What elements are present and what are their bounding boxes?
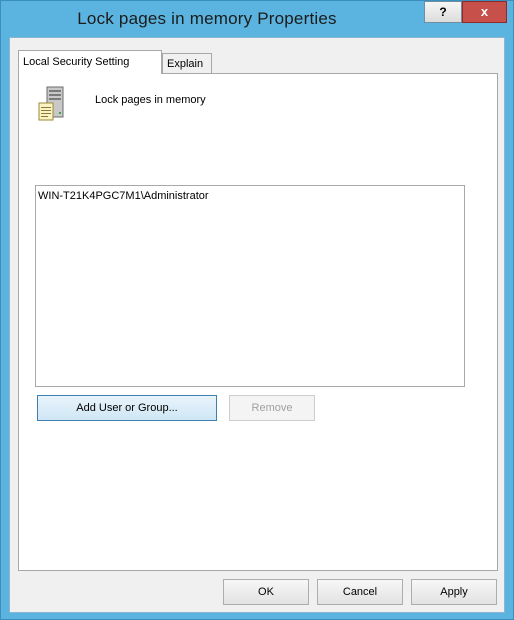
tab-local-security-setting[interactable]: Local Security Setting (18, 50, 162, 74)
close-button[interactable]: x (462, 1, 507, 23)
dialog-client-area: Local Security Setting Explain Lock page… (9, 37, 505, 613)
policy-name: Lock pages in memory (95, 94, 206, 106)
members-listbox[interactable]: WIN-T21K4PGC7M1\Administrator (35, 185, 465, 387)
cancel-button[interactable]: Cancel (317, 579, 403, 605)
ok-button[interactable]: OK (223, 579, 309, 605)
tab-panel: Lock pages in memory WIN-T21K4PGC7M1\Adm… (18, 73, 498, 571)
window-title: Lock pages in memory Properties (77, 9, 337, 28)
add-user-or-group-button[interactable]: Add User or Group... (37, 395, 217, 421)
policy-server-document-icon (37, 86, 67, 122)
properties-dialog: Lock pages in memory Properties ? x Loca… (0, 0, 514, 620)
list-item[interactable]: WIN-T21K4PGC7M1\Administrator (38, 190, 209, 202)
help-icon: ? (439, 5, 447, 19)
close-icon: x (480, 4, 489, 19)
tab-explain[interactable]: Explain (162, 53, 212, 74)
title-bar[interactable]: Lock pages in memory Properties ? x (1, 1, 513, 37)
help-button[interactable]: ? (424, 1, 462, 23)
apply-button[interactable]: Apply (411, 579, 497, 605)
remove-button[interactable]: Remove (229, 395, 315, 421)
